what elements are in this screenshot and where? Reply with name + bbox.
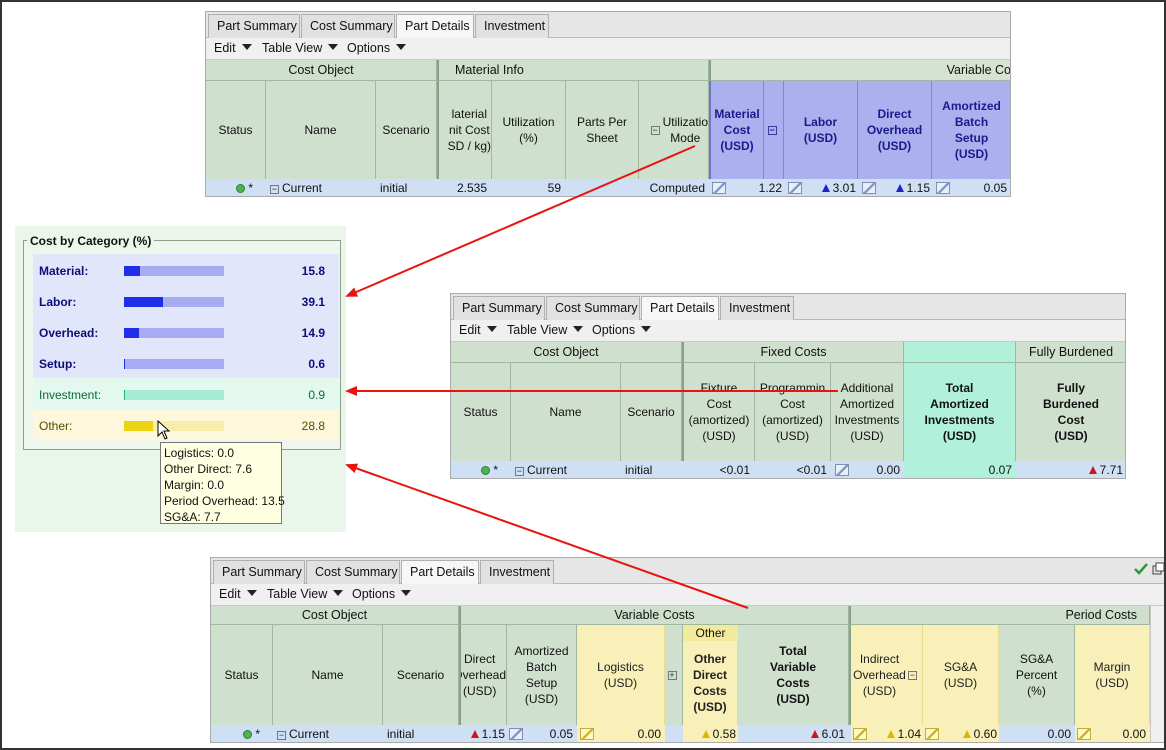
arrow-other-to-category [345,463,749,609]
annotation-arrows [345,145,838,609]
arrow-material-to-category [345,145,696,297]
